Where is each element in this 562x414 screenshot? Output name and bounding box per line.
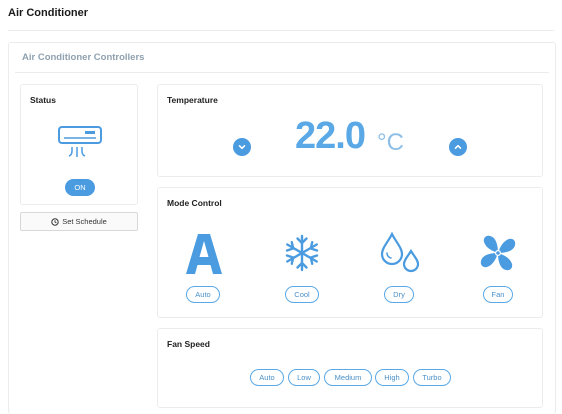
fan-speed-low[interactable]: Low — [288, 369, 320, 386]
temperature-title: Temperature — [167, 95, 218, 105]
panel-divider — [15, 72, 549, 73]
power-toggle-button[interactable]: ON — [65, 179, 95, 196]
temperature-unit: °C — [377, 129, 404, 156]
fan-icon[interactable] — [478, 233, 518, 273]
chevron-up-icon — [454, 144, 462, 149]
fan-speed-card: Fan Speed Auto Low Medium High Turbo — [157, 328, 543, 408]
page-title: Air Conditioner — [8, 7, 89, 19]
status-title: Status — [30, 95, 56, 105]
clock-icon — [51, 217, 59, 226]
air-conditioner-icon — [58, 126, 102, 157]
status-card: Status ON — [20, 84, 138, 205]
set-schedule-button[interactable]: Set Schedule — [20, 212, 138, 231]
chevron-down-icon — [238, 145, 246, 150]
mode-control-title: Mode Control — [167, 198, 222, 208]
mode-option-cool[interactable]: Cool — [285, 286, 319, 303]
mode-control-card: Mode Control Auto Cool Dry Fan — [157, 187, 543, 318]
temperature-increase-button[interactable] — [449, 138, 467, 156]
set-schedule-label: Set Schedule — [62, 217, 107, 226]
temperature-card: Temperature 22.0 °C — [157, 84, 543, 177]
panel-title: Air Conditioner Controllers — [22, 52, 145, 63]
title-divider — [8, 30, 554, 31]
mode-option-dry[interactable]: Dry — [384, 286, 414, 303]
fan-speed-high[interactable]: High — [375, 369, 409, 386]
water-drops-icon[interactable] — [378, 231, 422, 275]
temperature-value: 22.0 — [295, 115, 366, 157]
fan-speed-auto[interactable]: Auto — [250, 369, 284, 386]
fan-speed-title: Fan Speed — [167, 339, 210, 349]
auto-letter-a-icon[interactable] — [185, 232, 223, 276]
mode-option-auto[interactable]: Auto — [186, 286, 220, 303]
fan-speed-medium[interactable]: Medium — [324, 369, 372, 386]
fan-speed-turbo[interactable]: Turbo — [413, 369, 451, 386]
temperature-decrease-button[interactable] — [233, 138, 251, 156]
snowflake-icon[interactable] — [282, 233, 322, 273]
mode-option-fan[interactable]: Fan — [483, 286, 513, 303]
